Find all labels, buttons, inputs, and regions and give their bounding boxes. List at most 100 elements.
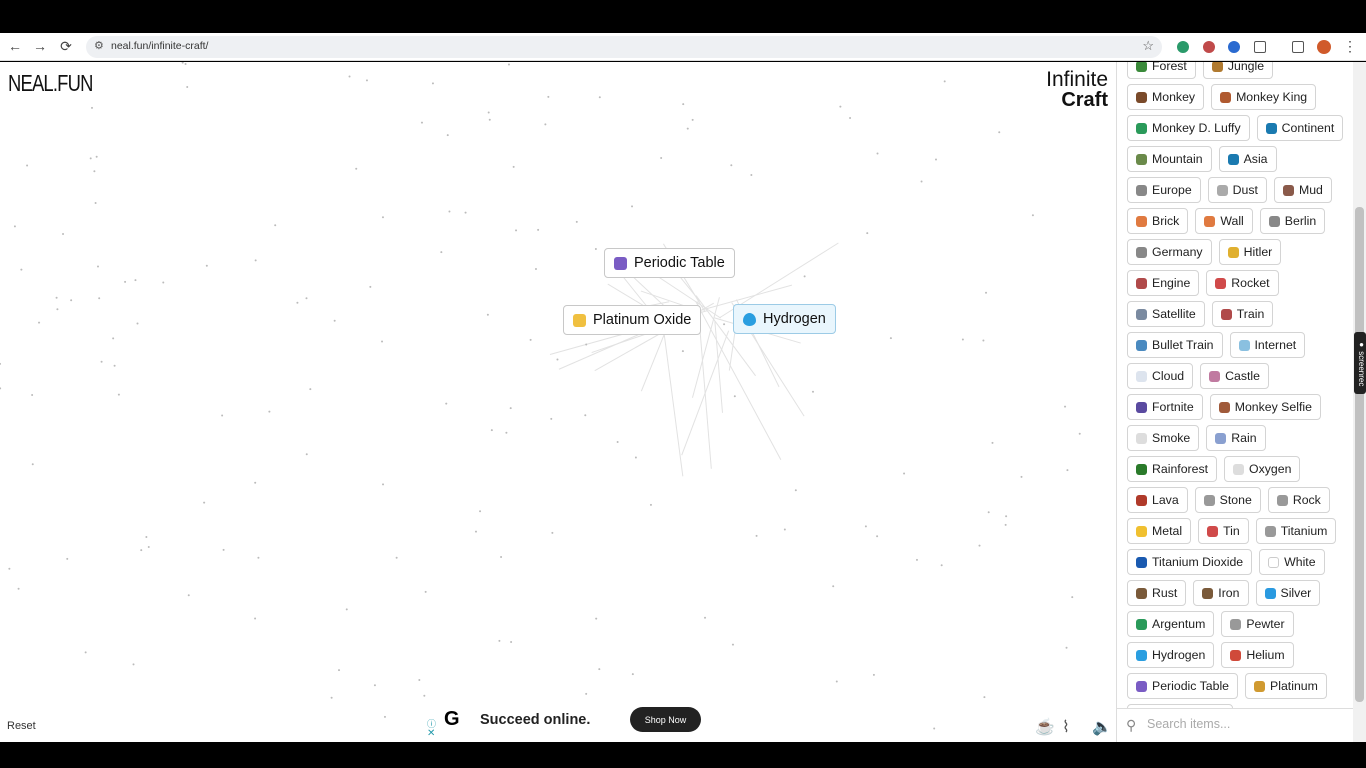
coffee-cup-icon[interactable]: ☕ [1035, 717, 1055, 737]
sidebar-item-forest[interactable]: Forest [1127, 62, 1196, 79]
sidebar-item-continent[interactable]: Continent [1256, 115, 1344, 141]
item-icon [1230, 649, 1242, 661]
sidebar-item-rainforest[interactable]: Rainforest [1127, 456, 1218, 482]
decor-dot [90, 106, 93, 109]
item-label: Forest [1152, 62, 1187, 73]
item-label: Europe [1152, 183, 1192, 197]
decor-dot [93, 170, 96, 173]
menu-kebab-icon[interactable]: ⋮ [1341, 38, 1359, 55]
broom-clear-icon[interactable]: ⌇ [1062, 717, 1070, 737]
sidebar-item-engine[interactable]: Engine [1127, 270, 1200, 296]
sidebar-item-smoke[interactable]: Smoke [1127, 425, 1200, 451]
sidebar-item-monkey-d-luffy[interactable]: Monkey D. Luffy [1127, 115, 1250, 141]
decor-dot [987, 511, 990, 514]
sidebar-item-jungle[interactable]: Jungle [1202, 62, 1274, 79]
item-icon [1227, 153, 1239, 165]
sound-icon[interactable]: 🔈 [1092, 717, 1112, 737]
decor-dot [17, 587, 20, 590]
decor-dot [544, 123, 547, 126]
sidebar-item-iron[interactable]: Iron [1193, 580, 1249, 606]
reload-button[interactable]: ⟳ [57, 38, 75, 55]
sidebar-item-germany[interactable]: Germany [1127, 239, 1212, 265]
item-label: Internet [1254, 338, 1297, 352]
decor-dot [132, 663, 135, 666]
back-button[interactable]: ← [6, 38, 24, 54]
sidebar-item-berlin[interactable]: Berlin [1259, 208, 1326, 234]
decor-dot [704, 616, 707, 619]
sidebar-item-platinum[interactable]: Platinum [1245, 673, 1327, 699]
sidebar-item-hitler[interactable]: Hitler [1218, 239, 1282, 265]
address-bar[interactable]: ⚙ neal.fun/infinite-craft/ ☆ [86, 36, 1162, 58]
canvas-item-hydrogen[interactable]: Hydrogen [733, 304, 836, 334]
bookmark-star-icon[interactable]: ☆ [1142, 38, 1154, 54]
ad-shop-now-button[interactable]: Shop Now [630, 707, 701, 732]
extension-icon[interactable] [1203, 41, 1215, 53]
item-icon [1136, 246, 1147, 258]
sidebar-item-stone[interactable]: Stone [1194, 487, 1261, 513]
sidebar-item-asia[interactable]: Asia [1218, 146, 1277, 172]
extension-icon[interactable] [1177, 41, 1189, 53]
sidebar-item-wall[interactable]: Wall [1195, 208, 1253, 234]
sidebar-item-rust[interactable]: Rust [1127, 580, 1187, 606]
sidebar-item-silver[interactable]: Silver [1255, 580, 1321, 606]
item-label: White [1284, 555, 1316, 569]
sidebar-item-mud[interactable]: Mud [1273, 177, 1332, 203]
sidebar-item-monkey[interactable]: Monkey [1127, 84, 1205, 110]
reset-button[interactable]: Reset [7, 720, 36, 732]
sidebar-item-titanium[interactable]: Titanium [1255, 518, 1337, 544]
sidebar-item-hydrogen[interactable]: Hydrogen [1127, 642, 1215, 668]
extensions-puzzle-icon[interactable] [1254, 41, 1266, 53]
canvas-item-periodic-table[interactable]: Periodic Table [604, 248, 735, 278]
sidebar-item-train[interactable]: Train [1211, 301, 1274, 327]
sidebar-item-satellite[interactable]: Satellite [1127, 301, 1205, 327]
sidebar-item-castle[interactable]: Castle [1200, 363, 1269, 389]
sidebar-item-cloud[interactable]: Cloud [1127, 363, 1194, 389]
item-icon [1276, 494, 1288, 506]
side-panel-icon[interactable] [1292, 41, 1304, 53]
decor-dot [547, 95, 550, 98]
forward-button[interactable]: → [31, 38, 49, 54]
sidebar-item-brick[interactable]: Brick [1127, 208, 1189, 234]
sidebar-item-oxygen[interactable]: Oxygen [1224, 456, 1301, 482]
sidebar-item-periodic-table[interactable]: Periodic Table [1127, 673, 1239, 699]
screenrec-tab[interactable]: ● screenrec [1354, 332, 1366, 394]
item-label: Castle [1225, 369, 1260, 383]
sidebar-item-helium[interactable]: Helium [1221, 642, 1294, 668]
canvas-item-platinum-oxide[interactable]: Platinum Oxide [563, 305, 702, 335]
decor-dot [268, 410, 271, 413]
sidebar-item-monkey-king[interactable]: Monkey King [1211, 84, 1317, 110]
sidebar-item-titanium-dioxide[interactable]: Titanium Dioxide [1127, 549, 1253, 575]
sidebar-item-bullet-train[interactable]: Bullet Train [1127, 332, 1223, 358]
sidebar-item-rain[interactable]: Rain [1206, 425, 1266, 451]
sidebar-scrollbar[interactable] [1353, 62, 1366, 742]
scrollbar-thumb[interactable] [1355, 207, 1364, 702]
advertisement[interactable]: G Succeed online. Shop Now ⓘ ✕ [426, 698, 709, 742]
site-info-icon[interactable]: ⚙ [94, 39, 104, 52]
sidebar-item-internet[interactable]: Internet [1229, 332, 1306, 358]
sidebar-item-argentum[interactable]: Argentum [1127, 611, 1215, 637]
sidebar-item-rock[interactable]: Rock [1267, 487, 1330, 513]
decor-dot [420, 121, 423, 124]
sidebar-item-europe[interactable]: Europe [1127, 177, 1201, 203]
sidebar-item-tin[interactable]: Tin [1198, 518, 1249, 544]
sidebar-item-metal[interactable]: Metal [1127, 518, 1192, 544]
decor-dot [505, 431, 508, 434]
ad-close-icon[interactable]: ✕ [427, 728, 435, 739]
search-input[interactable] [1147, 717, 1337, 731]
decor-dot [585, 343, 588, 346]
extension-icon[interactable] [1228, 41, 1240, 53]
sidebar-item-dust[interactable]: Dust [1207, 177, 1267, 203]
url-text[interactable]: neal.fun/infinite-craft/ [111, 40, 208, 52]
sidebar-item-pewter[interactable]: Pewter [1221, 611, 1294, 637]
sidebar-item-monkey-selfie[interactable]: Monkey Selfie [1209, 394, 1321, 420]
sidebar-item-lava[interactable]: Lava [1127, 487, 1188, 513]
profile-avatar[interactable] [1317, 40, 1331, 54]
sidebar-item-white[interactable]: White [1259, 549, 1325, 575]
decor-dot [594, 247, 597, 250]
decor-dot [84, 651, 87, 654]
craft-canvas[interactable]: NEAL.FUN Infinite Craft Periodic Table P… [0, 62, 1116, 742]
sidebar-item-mountain[interactable]: Mountain [1127, 146, 1212, 172]
sidebar-item-rocket[interactable]: Rocket [1206, 270, 1279, 296]
neal-fun-logo[interactable]: NEAL.FUN [8, 70, 93, 97]
sidebar-item-fortnite[interactable]: Fortnite [1127, 394, 1203, 420]
